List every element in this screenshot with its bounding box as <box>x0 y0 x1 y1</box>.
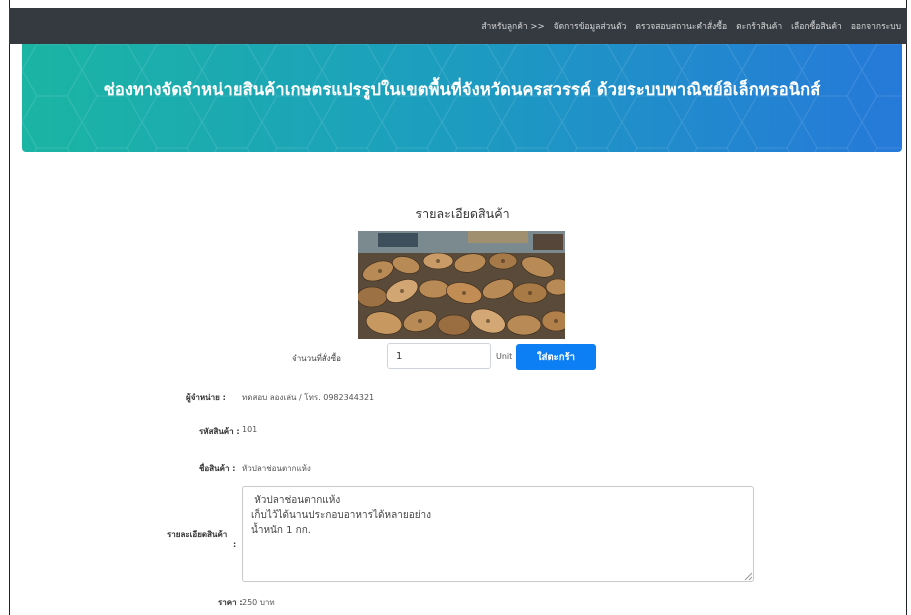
add-to-cart-button[interactable]: ใส่ตะกร้า <box>516 344 596 370</box>
product-detail-textarea[interactable]: หัวปลาช่อนตากแห้ง เก็บไว้ได้นานประกอบอาห… <box>242 486 754 582</box>
seller-label: ผู้จำหน่าย : <box>186 393 226 402</box>
product-code-label: รหัสสินค้า : <box>199 427 240 436</box>
price-label: ราคา : <box>218 598 243 607</box>
quantity-input[interactable] <box>387 343 491 369</box>
product-detail-label: รายละเอียดสินค้า <box>167 530 228 539</box>
quantity-label: จำนวนที่สั่งซื้อ <box>292 354 341 363</box>
top-navbar: สำหรับลูกค้า >> จัดการข้อมูลส่วนตัว ตรวจ… <box>9 8 907 44</box>
price-value: 250 บาท <box>242 598 275 607</box>
product-detail-heading: รายละเอียดสินค้า <box>415 206 510 221</box>
product-name-label: ชื่อสินค้า : <box>199 464 236 473</box>
nav-order-status[interactable]: ตรวจสอบสถานะคำสั่งซื้อ <box>635 19 727 33</box>
nav-customer-menu[interactable]: สำหรับลูกค้า >> <box>481 19 544 33</box>
product-detail-colon: : <box>233 540 237 549</box>
nav-cart[interactable]: ตะกร้าสินค้า <box>736 19 782 33</box>
seller-value: ทดสอบ ลองเล่น / โทร. 0982344321 <box>242 393 375 402</box>
nav-logout[interactable]: ออกจากระบบ <box>851 19 901 33</box>
product-code-value: 101 <box>242 425 258 434</box>
nav-manage-profile[interactable]: จัดการข้อมูลส่วนตัว <box>554 19 627 33</box>
unit-label: Unit <box>496 352 513 361</box>
banner-title: ช่องทางจัดจำหน่ายสินค้าเกษตรแปรรูปในเขตพ… <box>103 80 821 99</box>
product-image <box>358 231 565 339</box>
product-name-value: หัวปลาช่อนตากแห้ง <box>242 464 311 473</box>
resize-grip-icon[interactable] <box>744 572 753 581</box>
nav-shop[interactable]: เลือกซื้อสินค้า <box>791 19 842 33</box>
header-banner: ช่องทางจัดจำหน่ายสินค้าเกษตรแปรรูปในเขตพ… <box>22 44 902 152</box>
